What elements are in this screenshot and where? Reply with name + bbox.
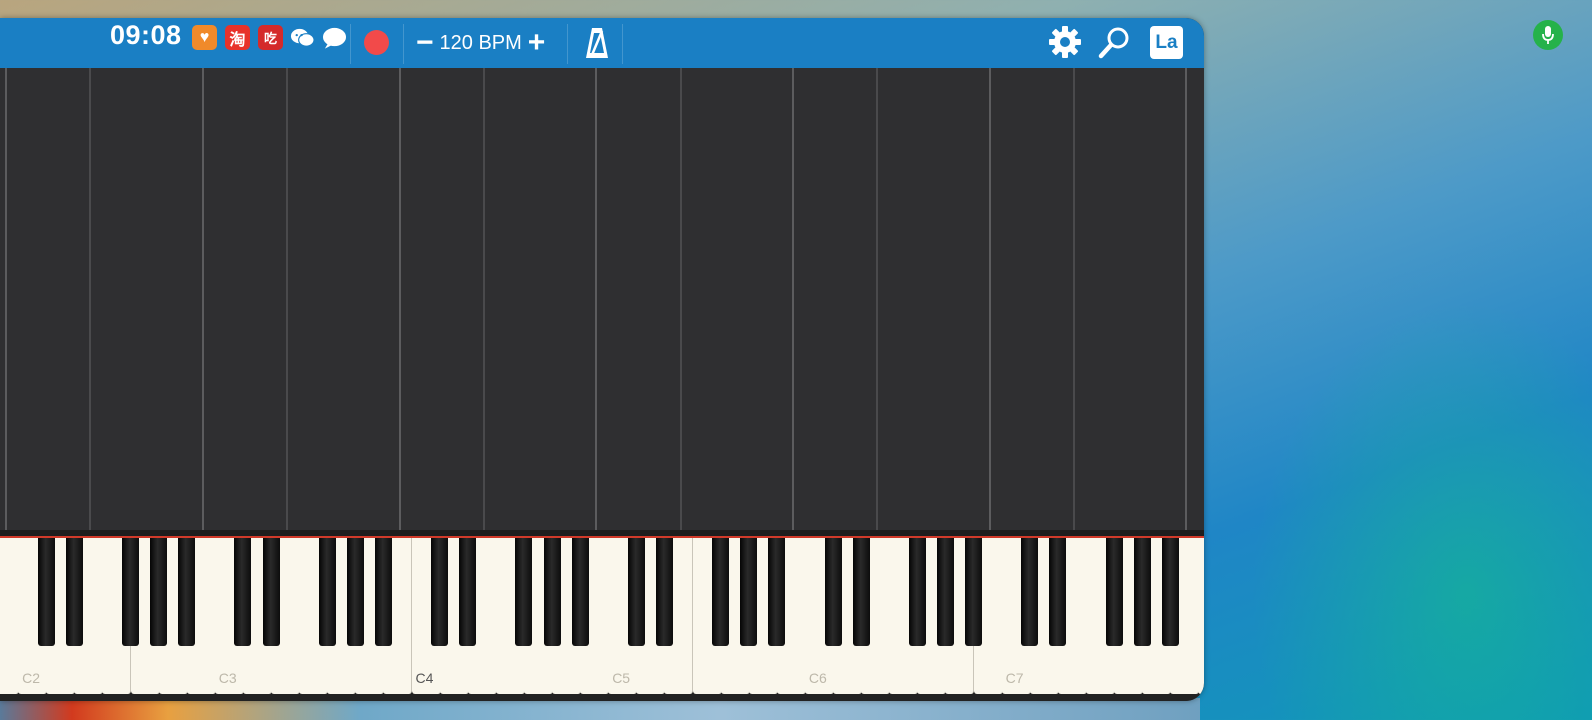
black-key[interactable]	[712, 538, 730, 646]
roll-gridline	[988, 68, 991, 530]
octave-label: C4	[415, 670, 434, 686]
black-key[interactable]	[1021, 538, 1039, 646]
metronome-icon	[586, 28, 608, 58]
roll-gridline	[286, 68, 289, 530]
roll-gridline	[595, 68, 598, 530]
black-key[interactable]	[234, 538, 252, 646]
status-clock: 09:08	[110, 20, 182, 50]
record-button[interactable]	[364, 30, 389, 55]
black-key[interactable]	[65, 538, 83, 646]
roll-gridline	[791, 68, 794, 530]
taobao-icon: 淘	[225, 25, 250, 50]
search-icon	[1098, 27, 1129, 59]
black-key[interactable]	[122, 538, 139, 646]
piano-roll-area[interactable]	[0, 68, 1204, 530]
roll-gridline	[679, 68, 682, 530]
black-key[interactable]	[431, 538, 449, 646]
black-key[interactable]	[908, 538, 926, 646]
message-bubble-icon	[322, 25, 347, 50]
roll-gridline	[398, 68, 401, 530]
food-app-glyph: 吃	[263, 31, 277, 46]
black-key[interactable]	[374, 538, 392, 646]
toolbar: 09:08 ♥ 淘 吃 − 120 BPM + La	[0, 18, 1204, 68]
black-key[interactable]	[1161, 538, 1179, 646]
black-key[interactable]	[852, 538, 870, 646]
piano-app-window: 09:08 ♥ 淘 吃 − 120 BPM + La C2 C3 C4 C5 C…	[0, 18, 1204, 701]
black-key[interactable]	[1133, 538, 1151, 646]
microphone-indicator	[1533, 20, 1563, 50]
black-key[interactable]	[936, 538, 954, 646]
black-key[interactable]	[571, 538, 589, 646]
bpm-label: 120 BPM	[439, 31, 522, 54]
black-key[interactable]	[459, 538, 477, 646]
black-key[interactable]	[768, 538, 786, 646]
black-key[interactable]	[1049, 538, 1067, 646]
wechat-icon	[290, 25, 315, 50]
roll-gridline	[876, 68, 879, 530]
black-key[interactable]	[515, 538, 533, 646]
roll-gridline	[89, 68, 92, 530]
white-key[interactable]	[0, 538, 20, 694]
toolbar-divider	[403, 24, 404, 64]
roll-gridline	[1072, 68, 1075, 530]
roll-gridline	[201, 68, 204, 530]
toolbar-divider	[350, 24, 351, 64]
bpm-increase-button[interactable]: +	[528, 28, 546, 58]
black-key[interactable]	[965, 538, 982, 646]
black-key[interactable]	[150, 538, 168, 646]
heart-app-glyph: ♥	[199, 28, 210, 46]
search-button[interactable]	[1098, 25, 1132, 64]
wallpaper-glow	[1250, 300, 1592, 720]
black-key[interactable]	[262, 538, 280, 646]
white-key[interactable]	[1198, 538, 1204, 694]
octave-label: C6	[808, 670, 827, 686]
octave-label: C5	[612, 670, 631, 686]
black-key[interactable]	[627, 538, 645, 646]
toolbar-divider	[622, 24, 623, 64]
roll-gridline	[1185, 68, 1188, 530]
piano-keyboard[interactable]: C2 C3 C4 C5 C6 C7	[0, 538, 1204, 701]
settings-button[interactable]	[1048, 25, 1082, 64]
tempo-control: − 120 BPM +	[416, 26, 545, 60]
black-key[interactable]	[178, 538, 196, 646]
octave-label: C2	[22, 670, 40, 686]
food-app-icon: 吃	[258, 25, 283, 50]
heart-app-icon: ♥	[192, 25, 217, 50]
roll-gridline	[482, 68, 485, 530]
black-key[interactable]	[740, 538, 758, 646]
black-key[interactable]	[318, 538, 336, 646]
black-key[interactable]	[543, 538, 561, 646]
black-key[interactable]	[346, 538, 364, 646]
background-app-strip	[0, 698, 1200, 720]
bpm-decrease-button[interactable]: −	[416, 28, 434, 58]
roll-gridline	[5, 68, 8, 530]
note-label-toggle-button[interactable]: La	[1150, 26, 1183, 59]
gear-icon	[1049, 26, 1081, 58]
black-key[interactable]	[1105, 538, 1123, 646]
toolbar-divider	[567, 24, 568, 64]
octave-label: C7	[1005, 670, 1024, 686]
microphone-icon	[1542, 26, 1554, 44]
black-key[interactable]	[37, 538, 55, 646]
black-key[interactable]	[655, 538, 673, 646]
black-key[interactable]	[824, 538, 842, 646]
metronome-button[interactable]	[584, 25, 610, 66]
octave-label: C3	[218, 670, 237, 686]
taobao-glyph: 淘	[229, 31, 246, 49]
